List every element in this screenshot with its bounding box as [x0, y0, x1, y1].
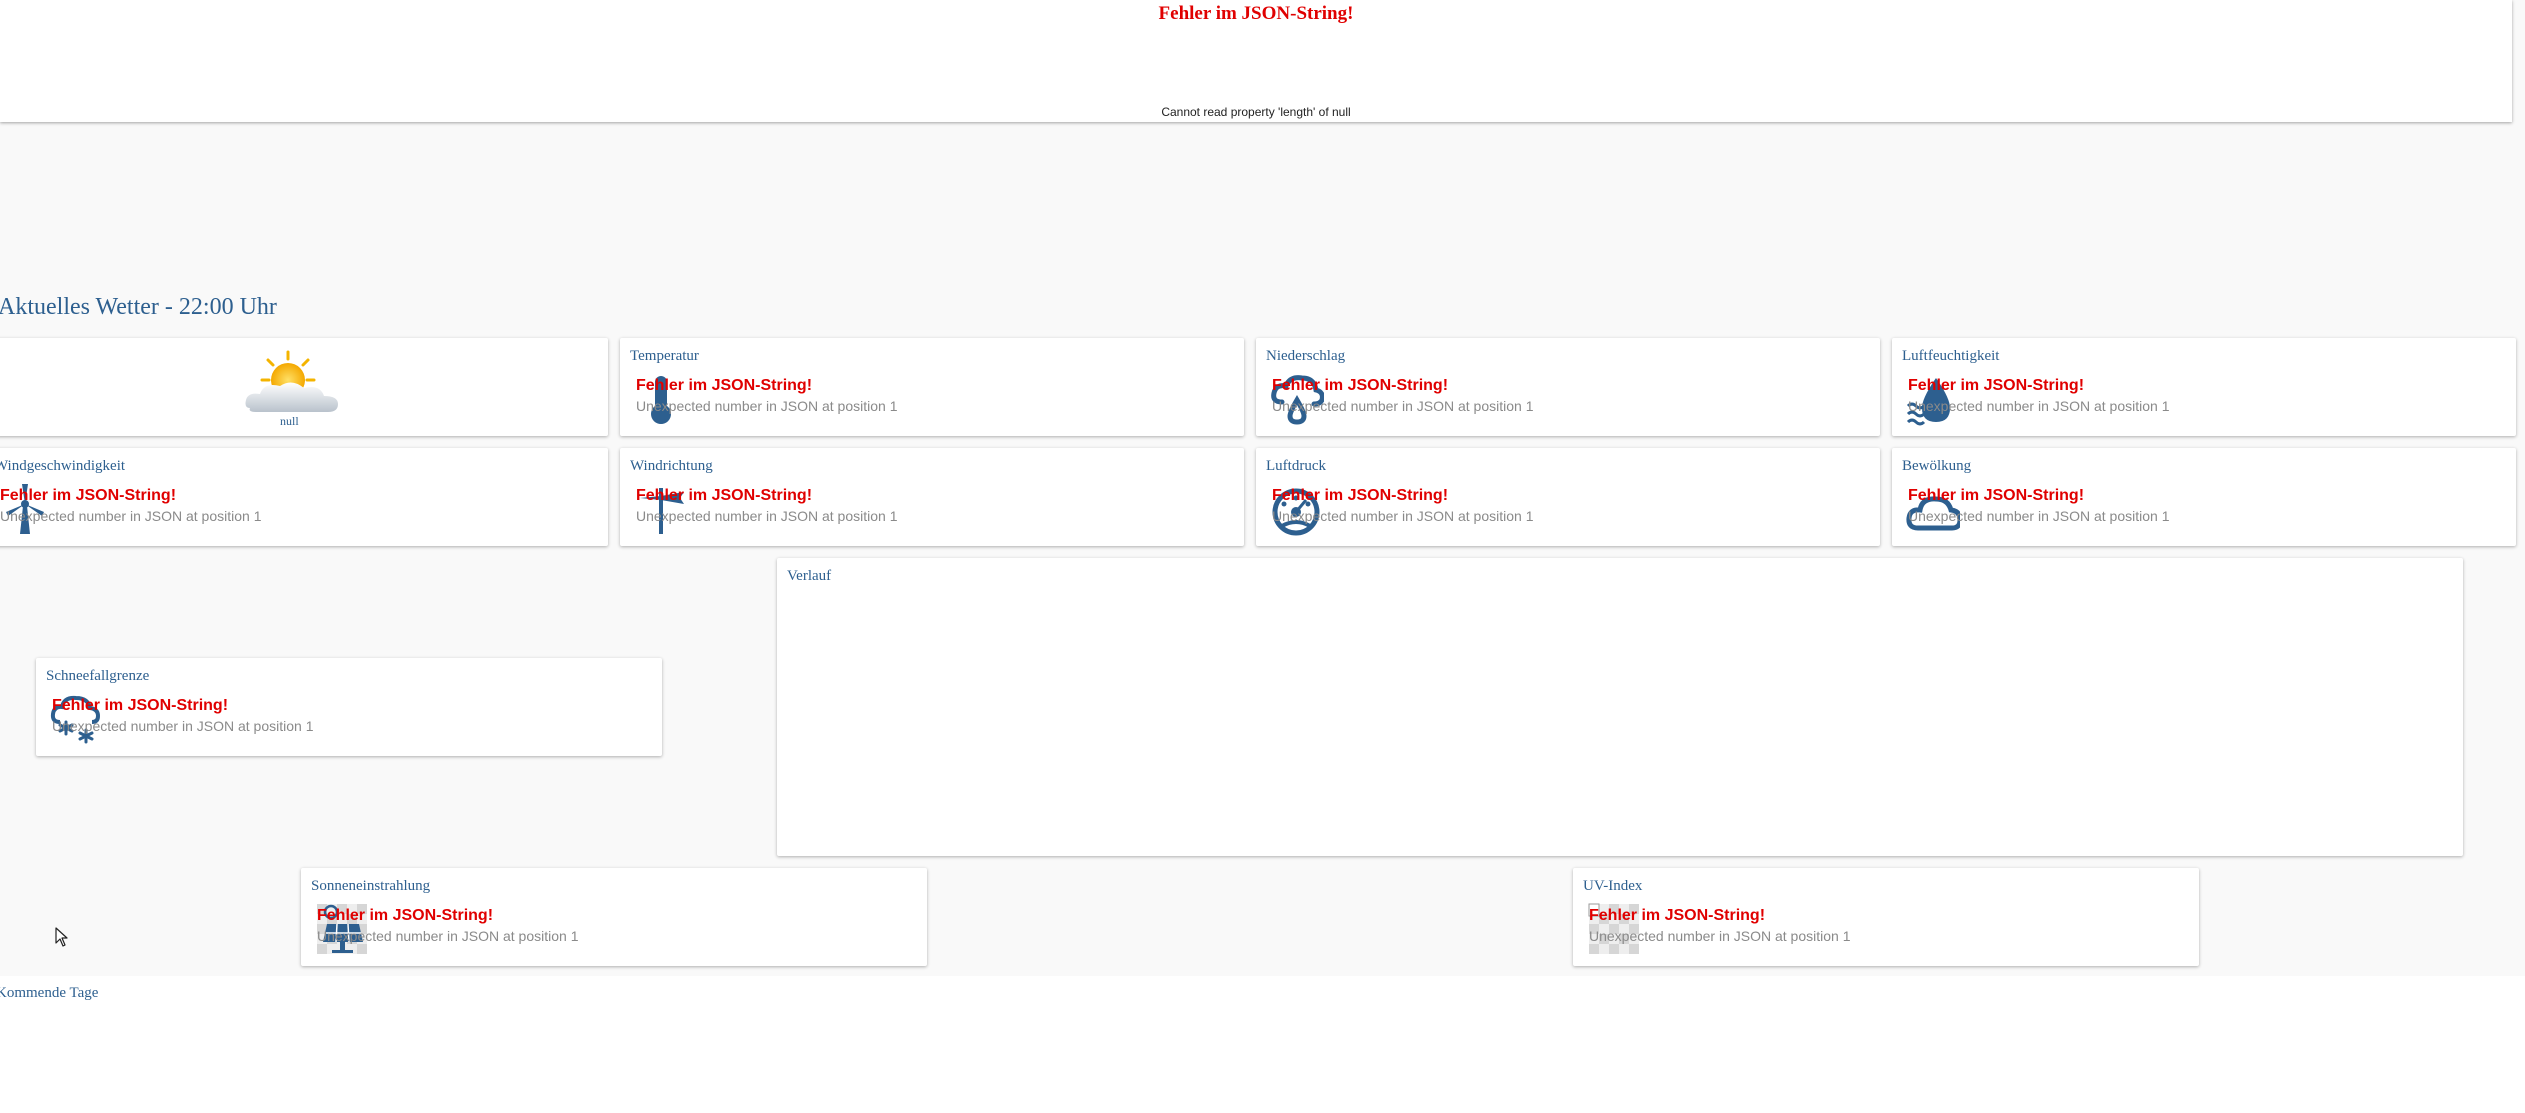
partly-cloudy-icon: [245, 350, 338, 412]
sonneneinstrahlung-message: Unexpected number in JSON at position 1: [317, 928, 579, 944]
current-weather-card: null: [0, 338, 608, 436]
luftfeuchtigkeit-error: Fehler im JSON-String!: [1908, 377, 2085, 394]
niederschlag-message: Unexpected number in JSON at position 1: [1272, 398, 1534, 414]
uv-index-card: UV-Index Fehler im JSON-String! Unexpect…: [1573, 868, 2199, 966]
top-error-title: Fehler im JSON-String!: [1158, 3, 1354, 24]
upcoming-days-title: Kommende Tage: [0, 985, 99, 1001]
windrichtung-card: Windrichtung Fehler im JSON-String! Unex…: [620, 448, 1244, 546]
niederschlag-error: Fehler im JSON-String!: [1272, 377, 1449, 394]
uv-index-message: Unexpected number in JSON at position 1: [1589, 928, 1851, 944]
schneefallgrenze-message: Unexpected number in JSON at position 1: [52, 718, 314, 734]
luftfeuchtigkeit-message: Unexpected number in JSON at position 1: [1908, 398, 2170, 414]
top-error-message: Cannot read property 'length' of null: [1161, 105, 1351, 119]
luftdruck-error: Fehler im JSON-String!: [1272, 487, 1449, 504]
temperatur-card: Temperatur Fehler im JSON-String! Unexpe…: [620, 338, 1244, 436]
windgeschwindigkeit-error: Fehler im JSON-String!: [0, 487, 177, 504]
bewoelkung-error: Fehler im JSON-String!: [1908, 487, 2085, 504]
uv-index-title: UV-Index: [1583, 878, 1643, 894]
bewoelkung-message: Unexpected number in JSON at position 1: [1908, 508, 2170, 524]
windgeschwindigkeit-title: Windgeschwindigkeit: [0, 458, 126, 474]
schneefallgrenze-error: Fehler im JSON-String!: [52, 697, 229, 714]
temperatur-title: Temperatur: [630, 348, 699, 364]
windrichtung-message: Unexpected number in JSON at position 1: [636, 508, 898, 524]
luftdruck-message: Unexpected number in JSON at position 1: [1272, 508, 1534, 524]
luftdruck-card: Luftdruck Fehler im JSON-String! Unexpec…: [1256, 448, 1880, 546]
bewoelkung-title: Bewölkung: [1902, 458, 1972, 474]
top-error-panel: Fehler im JSON-String! Cannot read prope…: [0, 0, 2512, 122]
temperatur-error: Fehler im JSON-String!: [636, 377, 813, 394]
verlauf-title: Verlauf: [787, 568, 832, 584]
mouse-cursor-icon: [55, 927, 68, 947]
windrichtung-error: Fehler im JSON-String!: [636, 487, 813, 504]
windgeschwindigkeit-message: Unexpected number in JSON at position 1: [0, 508, 262, 524]
sonneneinstrahlung-title: Sonneneinstrahlung: [311, 878, 431, 894]
niederschlag-title: Niederschlag: [1266, 348, 1346, 364]
temperatur-message: Unexpected number in JSON at position 1: [636, 398, 898, 414]
bewoelkung-card: Bewölkung Fehler im JSON-String! Unexpec…: [1892, 448, 2516, 546]
windgeschwindigkeit-card: Windgeschwindigkeit Fehler im JSON-Strin…: [0, 448, 608, 546]
schneefallgrenze-card: Schneefallgrenze Fehler im JSON-String! …: [36, 658, 662, 756]
luftfeuchtigkeit-card: Luftfeuchtigkeit Fehler im JSON-String! …: [1892, 338, 2516, 436]
upcoming-days-panel: Kommende Tage: [0, 976, 2525, 1113]
sonneneinstrahlung-card: Sonneneinstrahlung Fehler im JSON-String…: [301, 868, 927, 966]
sonneneinstrahlung-error: Fehler im JSON-String!: [317, 907, 494, 924]
niederschlag-card: Niederschlag Fehler im JSON-String! Unex…: [1256, 338, 1880, 436]
weather-condition-label: null: [280, 414, 299, 428]
verlauf-card: Verlauf: [777, 558, 2463, 856]
windrichtung-title: Windrichtung: [630, 458, 713, 474]
schneefallgrenze-title: Schneefallgrenze: [46, 668, 150, 684]
current-weather-title: Aktuelles Wetter - 22:00 Uhr: [0, 294, 277, 320]
uv-index-error: Fehler im JSON-String!: [1589, 907, 1766, 924]
luftdruck-title: Luftdruck: [1266, 458, 1326, 474]
luftfeuchtigkeit-title: Luftfeuchtigkeit: [1902, 348, 2000, 364]
